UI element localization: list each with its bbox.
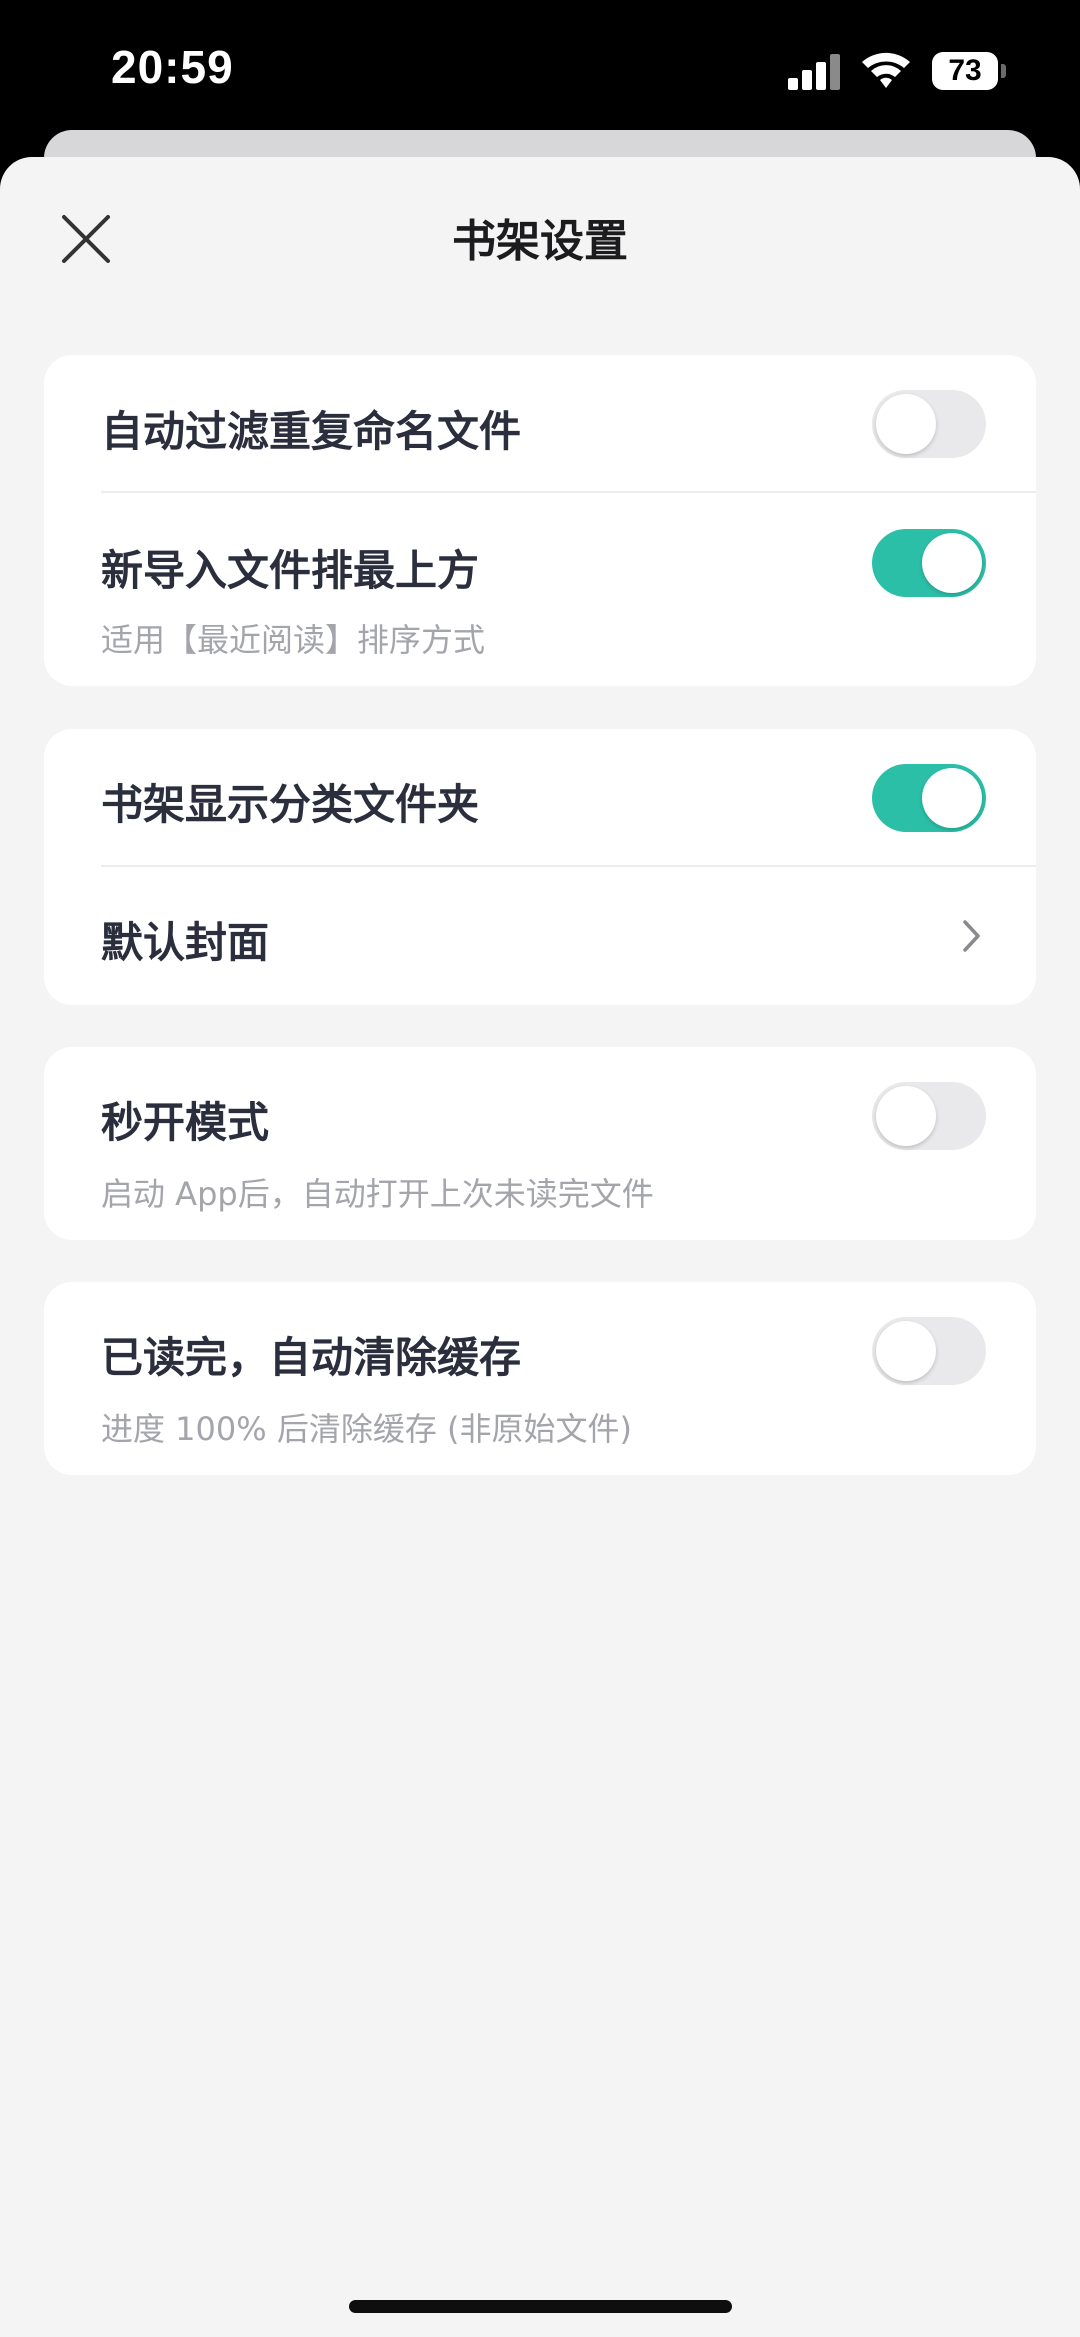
settings-card: 已读完，自动清除缓存 进度 100% 后清除缓存 (非原始文件) xyxy=(44,1282,1036,1475)
page-title: 书架设置 xyxy=(452,216,628,267)
setting-label: 已读完，自动清除缓存 xyxy=(101,1333,522,1382)
status-time: 20:59 xyxy=(111,41,234,93)
setting-row-filter-duplicates: 自动过滤重复命名文件 xyxy=(44,355,1036,493)
setting-label: 默认封面 xyxy=(101,918,270,967)
quick-open-toggle[interactable] xyxy=(872,1082,986,1150)
cellular-signal-icon xyxy=(788,52,842,90)
setting-label: 书架显示分类文件夹 xyxy=(101,780,480,829)
settings-card: 书架显示分类文件夹 默认封面 xyxy=(44,729,1036,1005)
status-bar: 20:59 73 xyxy=(0,0,1080,135)
setting-row-auto-clear-cache: 已读完，自动清除缓存 进度 100% 后清除缓存 (非原始文件) xyxy=(44,1282,1036,1475)
show-folders-toggle[interactable] xyxy=(872,764,986,832)
settings-card: 秒开模式 启动 App后，自动打开上次未读完文件 xyxy=(44,1047,1036,1240)
filter-duplicates-toggle[interactable] xyxy=(872,390,986,458)
wifi-icon xyxy=(862,52,910,88)
setting-row-new-import-top: 新导入文件排最上方 适用【最近阅读】排序方式 xyxy=(44,493,1036,686)
settings-sheet: 书架设置 自动过滤重复命名文件 新导入文件排最上方 适用【最近阅读】排序方式 书… xyxy=(0,157,1080,2337)
setting-subtitle: 进度 100% 后清除缓存 (非原始文件) xyxy=(101,1410,632,1448)
home-indicator[interactable] xyxy=(349,2300,732,2313)
new-import-top-toggle[interactable] xyxy=(872,529,986,597)
auto-clear-cache-toggle[interactable] xyxy=(872,1317,986,1385)
setting-subtitle: 启动 App后，自动打开上次未读完文件 xyxy=(101,1175,654,1213)
setting-row-default-cover[interactable]: 默认封面 xyxy=(44,867,1036,1005)
setting-label: 自动过滤重复命名文件 xyxy=(101,407,522,456)
battery-icon: 73 xyxy=(932,52,1006,90)
chevron-right-icon xyxy=(963,920,980,952)
battery-level: 73 xyxy=(932,52,998,90)
setting-subtitle: 适用【最近阅读】排序方式 xyxy=(101,621,486,659)
settings-card: 自动过滤重复命名文件 新导入文件排最上方 适用【最近阅读】排序方式 xyxy=(44,355,1036,686)
setting-label: 新导入文件排最上方 xyxy=(101,546,480,595)
setting-label: 秒开模式 xyxy=(101,1098,270,1147)
setting-row-show-folders: 书架显示分类文件夹 xyxy=(44,729,1036,867)
setting-row-quick-open: 秒开模式 启动 App后，自动打开上次未读完文件 xyxy=(44,1047,1036,1240)
